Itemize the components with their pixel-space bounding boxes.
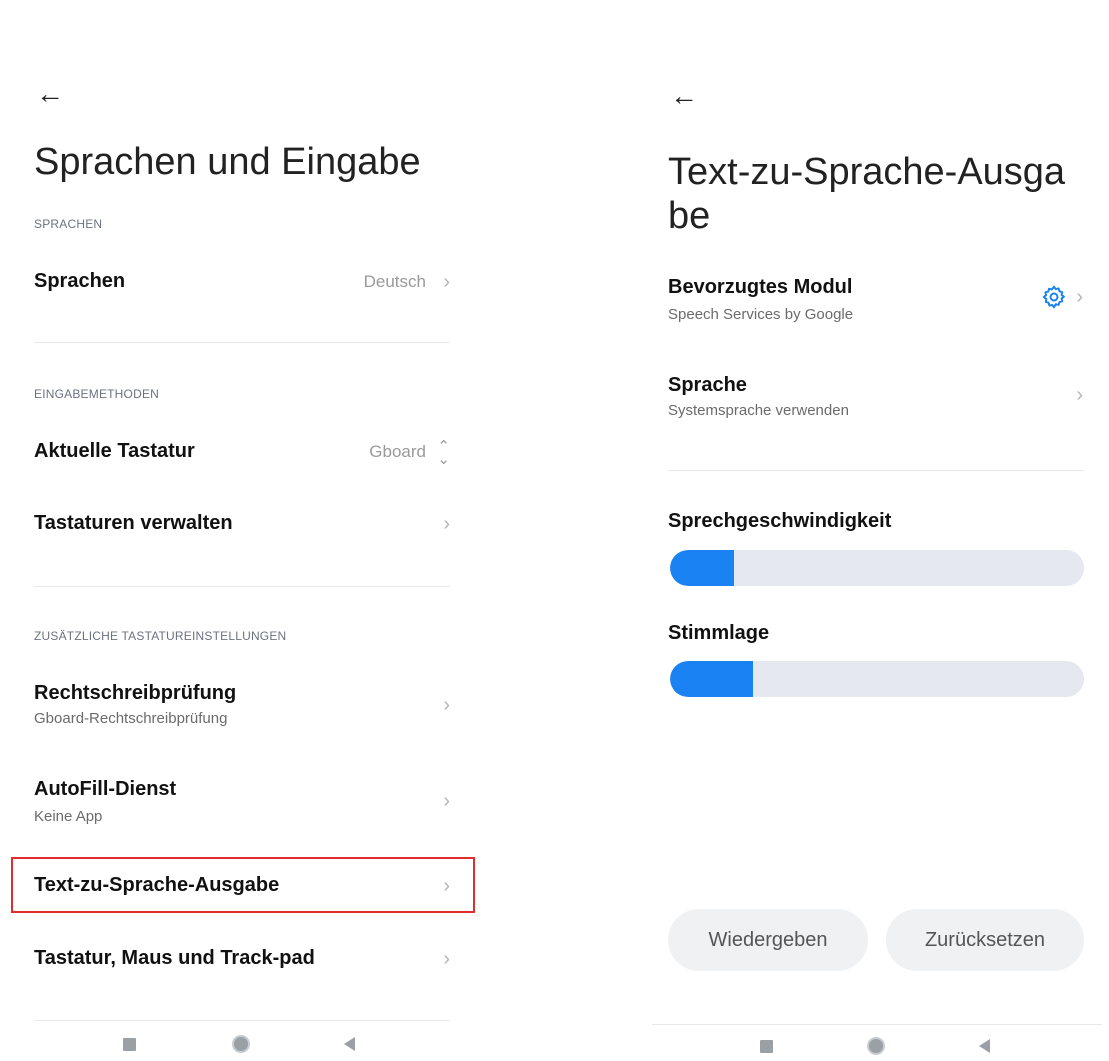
language-title: Sprache xyxy=(668,374,747,396)
autofill-title: AutoFill-Dienst xyxy=(34,778,177,800)
spell-check-title: Rechtschreibprüfung xyxy=(34,682,237,704)
languages-item[interactable]: Sprachen Deutsch › xyxy=(34,268,450,298)
section-label-extra-keyboard-settings: ZUSÄTZLICHE TASTATUREINSTELLUNGEN xyxy=(34,629,287,643)
home-icon[interactable] xyxy=(232,1035,250,1053)
pitch-label: Stimmlage xyxy=(668,622,770,644)
home-icon[interactable] xyxy=(867,1037,885,1055)
language-input-screen: ← Sprachen und Eingabe SPRACHEN Sprachen… xyxy=(0,0,490,1061)
chevron-right-icon: › xyxy=(443,694,450,716)
text-to-speech-screen: ← Text-zu-Sprache-Ausga be Bevorzugtes M… xyxy=(648,0,1109,1061)
divider xyxy=(668,470,1084,471)
chevron-right-icon: › xyxy=(1076,384,1083,406)
preferred-engine-subtitle: Speech Services by Google xyxy=(668,306,854,323)
divider xyxy=(34,342,450,343)
language-subtitle: Systemsprache verwenden xyxy=(668,402,849,419)
autofill-subtitle: Keine App xyxy=(34,808,103,825)
current-keyboard-item[interactable]: Aktuelle Tastatur Gboard ⌃ ⌄ xyxy=(34,438,450,468)
preferred-engine-title: Bevorzugtes Modul xyxy=(668,276,853,298)
section-label-languages: SPRACHEN xyxy=(34,217,103,231)
back-arrow-icon[interactable]: ← xyxy=(670,82,698,110)
page-title: Text-zu-Sprache-Ausga be xyxy=(668,151,1066,237)
divider xyxy=(34,586,450,587)
selection-highlight xyxy=(11,857,475,913)
navigation-bar xyxy=(648,1013,1109,1061)
pitch-slider[interactable] xyxy=(670,661,1084,697)
current-keyboard-value: Gboard xyxy=(369,442,426,461)
navigation-bar xyxy=(0,1013,490,1061)
pitch-fill xyxy=(670,661,753,697)
spell-check-item[interactable]: Rechtschreibprüfung Gboard-Rechtschreibp… xyxy=(34,680,450,732)
keyboard-mouse-trackpad-title: Tastatur, Maus und Track-pad xyxy=(34,947,315,969)
manage-keyboards-title: Tastaturen verwalten xyxy=(34,512,233,534)
manage-keyboards-item[interactable]: Tastaturen verwalten › xyxy=(34,510,450,540)
gear-icon[interactable] xyxy=(1041,284,1067,310)
speech-rate-slider[interactable] xyxy=(670,550,1084,586)
speech-rate-fill xyxy=(670,550,735,586)
spell-check-subtitle: Gboard-Rechtschreibprüfung xyxy=(34,710,228,727)
chevron-right-icon: › xyxy=(1076,286,1083,308)
chevron-right-icon: › xyxy=(443,948,450,970)
languages-item-title: Sprachen xyxy=(34,270,126,292)
languages-item-value: Deutsch xyxy=(363,272,426,291)
speech-rate-label: Sprechgeschwindigkeit xyxy=(668,510,892,532)
play-button[interactable]: Wiedergeben xyxy=(668,909,868,971)
back-arrow-icon[interactable]: ← xyxy=(36,80,64,108)
recent-apps-icon[interactable] xyxy=(123,1038,136,1051)
page-title: Sprachen und Eingabe xyxy=(34,141,421,183)
chevron-right-icon: › xyxy=(443,513,450,535)
back-triangle-icon[interactable] xyxy=(344,1037,355,1051)
current-keyboard-title: Aktuelle Tastatur xyxy=(34,440,195,462)
keyboard-mouse-trackpad-item[interactable]: Tastatur, Maus und Track-pad › xyxy=(34,945,450,975)
autofill-item[interactable]: AutoFill-Dienst Keine App › xyxy=(34,776,450,828)
reset-button[interactable]: Zurücksetzen xyxy=(886,909,1084,971)
chevron-right-icon: › xyxy=(443,271,450,293)
recent-apps-icon[interactable] xyxy=(760,1040,773,1053)
back-triangle-icon[interactable] xyxy=(979,1039,990,1053)
chevron-right-icon: › xyxy=(443,790,450,812)
preferred-engine-item[interactable]: Bevorzugtes Modul Speech Services by Goo… xyxy=(668,274,1083,326)
language-item[interactable]: Sprache Systemsprache verwenden › xyxy=(668,372,1083,424)
up-down-chevron-icon: ⌃ ⌄ xyxy=(437,438,450,468)
section-label-input-methods: EINGABEMETHODEN xyxy=(34,387,160,401)
